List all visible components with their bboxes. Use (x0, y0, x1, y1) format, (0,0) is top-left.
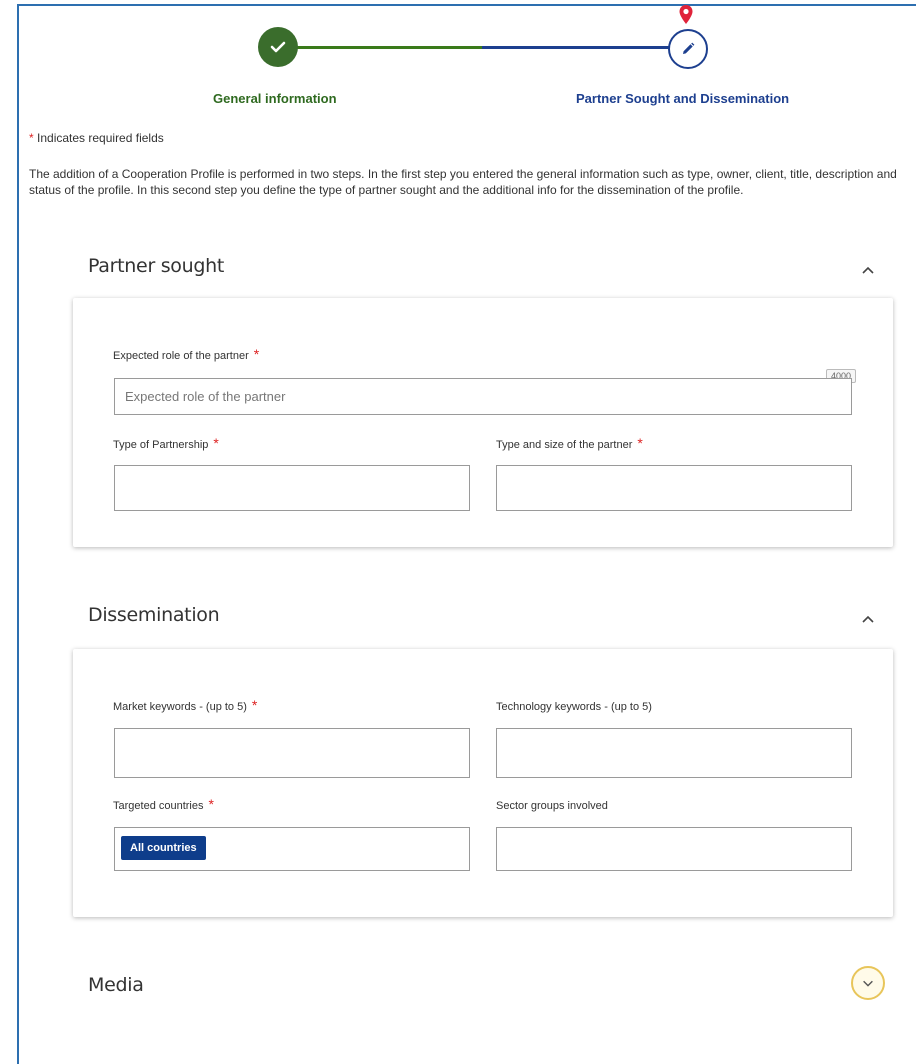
chevron-down-icon (863, 980, 873, 987)
required-star: * (213, 435, 219, 451)
check-icon (270, 41, 286, 53)
country-chip-all[interactable]: All countries (121, 836, 206, 860)
targeted-countries-label-text: Targeted countries (113, 800, 204, 812)
step-partner-sought-dissemination[interactable] (668, 29, 708, 69)
step-label-general-information: General information (213, 91, 337, 106)
sector-groups-field[interactable] (496, 827, 852, 871)
dissemination-card: Market keywords - (up to 5) * Technology … (73, 649, 893, 917)
expected-role-field[interactable] (114, 378, 852, 415)
pencil-icon (683, 42, 695, 54)
required-star: * (637, 435, 643, 451)
required-note-text: Indicates required fields (37, 131, 164, 145)
media-expand-button[interactable] (851, 966, 885, 1000)
expected-role-input[interactable] (115, 379, 851, 414)
targeted-countries-label: Targeted countries * (113, 796, 214, 812)
chevron-up-icon[interactable] (860, 611, 876, 627)
section-title-partner-sought: Partner sought (88, 255, 225, 277)
type-partnership-field[interactable] (114, 465, 470, 511)
location-pin-icon (679, 5, 693, 24)
required-fields-note: * Indicates required fields (29, 131, 164, 145)
market-keywords-label-text: Market keywords - (up to 5) (113, 701, 247, 713)
expected-role-label: Expected role of the partner * (113, 346, 259, 362)
expected-role-label-text: Expected role of the partner (113, 350, 249, 362)
type-size-field[interactable] (496, 465, 852, 511)
stepper-progress-current (482, 46, 672, 49)
required-star: * (29, 131, 34, 145)
stepper-progress-done (296, 46, 482, 49)
intro-text: The addition of a Cooperation Profile is… (29, 167, 897, 197)
section-title-media: Media (88, 974, 144, 996)
section-title-dissemination: Dissemination (88, 604, 220, 626)
targeted-countries-field[interactable]: All countries (114, 827, 470, 871)
technology-keywords-field[interactable] (496, 728, 852, 778)
type-size-label: Type and size of the partner * (496, 435, 643, 451)
sector-groups-label: Sector groups involved (496, 800, 608, 812)
type-partnership-label: Type of Partnership * (113, 435, 219, 451)
type-size-label-text: Type and size of the partner (496, 439, 633, 451)
step-general-information[interactable] (258, 27, 298, 67)
partner-sought-card: Expected role of the partner* 4000 Type … (73, 298, 893, 547)
type-partnership-label-text: Type of Partnership (113, 439, 209, 451)
required-star: * (208, 796, 214, 812)
required-star: * (251, 697, 258, 713)
technology-keywords-label: Technology keywords - (up to 5) (496, 701, 652, 713)
step-label-partner-sought: Partner Sought and Dissemination (576, 91, 790, 106)
chevron-up-icon[interactable] (860, 262, 876, 278)
required-star: * (253, 346, 260, 362)
market-keywords-label: Market keywords - (up to 5) * (113, 697, 257, 713)
market-keywords-field[interactable] (114, 728, 470, 778)
